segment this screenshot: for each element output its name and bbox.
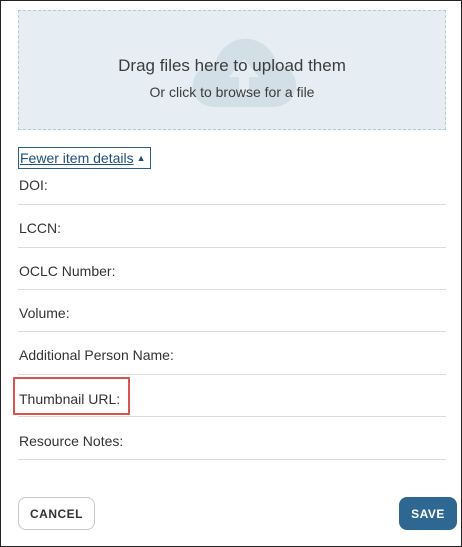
field-label: DOI: bbox=[19, 177, 48, 193]
field-label: Volume: bbox=[19, 305, 70, 321]
thumbnail-url-highlight-box bbox=[13, 377, 130, 415]
fewer-item-details-toggle[interactable]: Fewer item details ▲ bbox=[18, 147, 151, 169]
upload-title: Drag files here to upload them bbox=[118, 56, 346, 75]
caret-up-icon: ▲ bbox=[136, 153, 146, 163]
file-upload-dropzone[interactable]: Drag files here to upload them Or click … bbox=[18, 10, 446, 130]
field-label: Resource Notes: bbox=[19, 433, 124, 449]
cancel-button[interactable]: CANCEL bbox=[18, 497, 95, 530]
field-label: Additional Person Name: bbox=[19, 347, 174, 363]
field-label: LCCN: bbox=[19, 220, 62, 236]
field-oclc-number[interactable]: OCLC Number: bbox=[18, 248, 446, 290]
field-volume[interactable]: Volume: bbox=[18, 290, 446, 332]
field-additional-person-name[interactable]: Additional Person Name: bbox=[18, 332, 446, 375]
field-label: OCLC Number: bbox=[19, 263, 116, 279]
field-resource-notes[interactable]: Resource Notes: bbox=[18, 417, 446, 460]
field-doi[interactable]: DOI: bbox=[18, 173, 446, 205]
toggle-label: Fewer item details bbox=[20, 150, 134, 166]
upload-subtitle: Or click to browse for a file bbox=[149, 84, 315, 100]
item-details-panel: Drag files here to upload them Or click … bbox=[0, 0, 462, 547]
field-lccn[interactable]: LCCN: bbox=[18, 205, 446, 248]
save-button[interactable]: SAVE bbox=[399, 497, 457, 530]
